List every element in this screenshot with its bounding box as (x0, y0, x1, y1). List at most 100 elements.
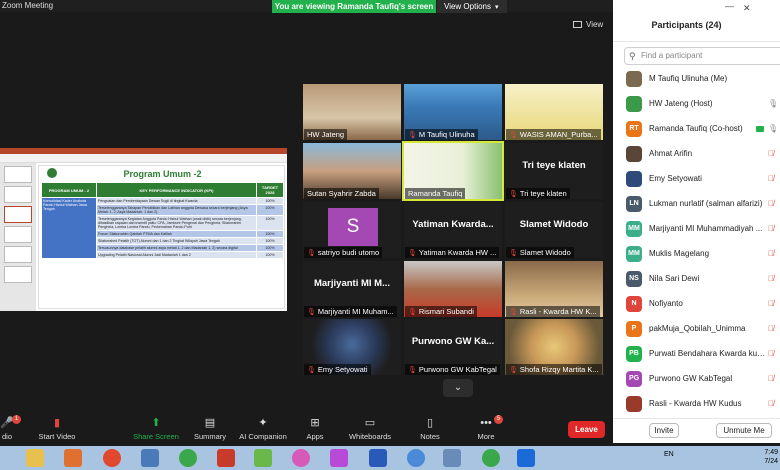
mic-muted-icon[interactable]: 🎙̸ (768, 243, 774, 265)
share-screen-button[interactable]: ⬆ Share Screen (127, 414, 185, 446)
participant-row[interactable]: PG Purwono GW KabTegal 🎙̸ (613, 368, 780, 393)
view-button[interactable]: View (573, 18, 603, 32)
mic-muted-icon[interactable]: 🎙̸ (768, 268, 774, 290)
apps-icon: ⊞ (310, 417, 320, 429)
video-tile-active-speaker[interactable]: Ramanda Taufiq (402, 141, 504, 201)
tile-big-name: Yatiman Kwarda... (412, 219, 494, 230)
more-badge: 5 (494, 415, 503, 424)
mic-on-icon[interactable]: 🎙 (768, 93, 778, 115)
window-title: Zoom Meeting (2, 1, 54, 10)
mic-muted-icon[interactable]: 🎙̸ (768, 318, 774, 340)
video-tile[interactable]: Marjiyanti MI M... 🎙 Marjiyanti MI Muham.… (303, 261, 401, 317)
view-options-button[interactable]: View Options ▾ (437, 0, 507, 13)
notes-icon: ▯ (426, 417, 434, 429)
powerpoint-ribbon (0, 154, 287, 163)
ai-companion-button[interactable]: ✦ AI Companion (234, 414, 292, 446)
color-app-icon[interactable] (292, 449, 310, 467)
language-indicator[interactable]: EN (664, 451, 674, 458)
video-tile[interactable]: Sutan Syahrir Zabda (303, 143, 401, 199)
participants-footer: Invite Unmute Me (613, 418, 780, 443)
participant-row[interactable]: PB Purwati Bendahara Kwarda kud... 🎙̸ (613, 343, 780, 368)
app-icon[interactable] (443, 449, 461, 467)
mic-muted-icon[interactable]: 🎙̸ (768, 293, 774, 315)
participant-row[interactable]: NS Nila Sari Dewi 🎙̸ (613, 268, 780, 293)
video-tile[interactable]: S 🎙 satriyo budi utomo (303, 202, 401, 258)
close-icon[interactable]: ✕ (743, 3, 751, 14)
video-tile[interactable]: 🎙 M Taufiq Ulinuha (404, 84, 502, 140)
mic-muted-icon[interactable]: 🎙̸ (768, 368, 774, 390)
shared-screen: Program Umum -2 PROGRAM UMUM - 2 KEY PER… (0, 148, 287, 311)
mic-muted-icon[interactable]: 🎙̸ (768, 343, 774, 365)
paint-icon[interactable] (330, 449, 348, 467)
chevron-down-icon[interactable]: ⌄ (443, 379, 473, 397)
chrome-icon[interactable] (179, 449, 197, 467)
mic-muted-icon[interactable]: 🎙̸ (768, 218, 774, 240)
kpi-cell: Terselenggaranya Tahapan Pendidikan dan … (96, 204, 257, 216)
meeting-toolbar: 🎤 dio 1 ▮ Start Video ⬆ Share Screen ▤ Summa… (0, 414, 613, 446)
leave-button[interactable]: Leave (568, 421, 605, 438)
mic-muted-icon[interactable]: 🎙̸ (768, 168, 774, 190)
participant-row[interactable]: M Taufiq Ulinuha (Me) (613, 68, 780, 93)
more-button[interactable]: ••• More 5 (457, 414, 515, 446)
participant-row[interactable]: MM Marjiyanti MI Muhammadiyah ... 🎙̸ (613, 218, 780, 243)
video-tile[interactable]: HW Jateng (303, 84, 401, 140)
pdf-reader-icon[interactable] (217, 449, 235, 467)
find-placeholder: Find a participant (641, 51, 703, 60)
view-options-label: View Options (444, 2, 491, 11)
word-icon[interactable] (369, 449, 387, 467)
participant-row[interactable]: HW Jateng (Host) 🎙 (613, 93, 780, 118)
participant-row[interactable]: Ahmat Arifin 🎙̸ (613, 143, 780, 168)
mic-muted-icon[interactable]: 🎙̸ (768, 143, 774, 165)
zoom-icon[interactable] (517, 449, 535, 467)
video-tile[interactable]: Tri teye klaten 🎙 Tri teye klaten (505, 143, 603, 199)
chrome-icon[interactable] (482, 449, 500, 467)
file-explorer-icon[interactable] (26, 449, 44, 467)
video-tile[interactable]: Slamet Widodo 🎙 Slamet Widodo (505, 202, 603, 258)
edge-icon[interactable] (407, 449, 425, 467)
share-screen-icon: ⬆ (151, 417, 161, 429)
whiteboards-button[interactable]: ▭ Whiteboards (341, 414, 399, 446)
mic-muted-icon[interactable]: 🎙̸ (768, 393, 774, 415)
program-cell: Konsolidasi Kader Anakota Pandu Hizbul W… (41, 197, 97, 259)
participant-row[interactable]: MM Muklis Magelang 🎙̸ (613, 243, 780, 268)
video-tile[interactable]: 🎙 WASIS AMAN_Purba... (505, 84, 603, 140)
video-tile[interactable]: Purwono GW Ka... 🎙 Purwono GW KabTegal (404, 319, 502, 375)
summary-button[interactable]: ▤ Summary (181, 414, 239, 446)
participant-row[interactable]: LN Lukman nurlatif (salman alfarizi) 🎙̸ (613, 193, 780, 218)
find-participant-input[interactable]: ⚲ Find a participant (624, 47, 780, 65)
participant-name: Rasli - Kwarda HW Kudus (649, 399, 742, 408)
participants-panel: — ✕ Participants (24) ⚲ Find a participa… (613, 0, 780, 443)
mic-muted-icon[interactable]: 🎙̸ (768, 193, 774, 215)
minimize-icon[interactable]: — (725, 1, 734, 11)
participant-row[interactable]: PpakMuja_Qobilah_Unimma 🎙̸ (613, 318, 780, 343)
firefox-icon[interactable] (103, 449, 121, 467)
tile-big-name: Purwono GW Ka... (411, 336, 495, 347)
media-player-icon[interactable] (64, 449, 82, 467)
mic-muted-icon: 🎙 (307, 250, 316, 257)
participant-row[interactable]: Emy Setyowati 🎙̸ (613, 168, 780, 193)
video-tile[interactable]: 🎙 Rismari Subandi (404, 261, 502, 317)
participant-row[interactable]: N Nofiyanto 🎙̸ (613, 293, 780, 318)
app-icon[interactable] (254, 449, 272, 467)
network-icon[interactable] (141, 449, 159, 467)
tile-name: 🎙 Marjiyanti MI Muham... (304, 306, 397, 317)
clock[interactable]: 7:49 7/24 (752, 448, 778, 466)
video-tile[interactable]: Yatiman Kwarda... 🎙 Yatiman Kwarda HW ... (404, 202, 502, 258)
notes-button[interactable]: ▯ Notes (401, 414, 459, 446)
participant-name: pakMuja_Qobilah_Unimma (649, 324, 746, 333)
mic-on-icon[interactable]: 🎙 (768, 118, 778, 140)
kpi-cell: Tersusunnya database pelatih alumni asya… (96, 244, 257, 252)
participant-row[interactable]: Rasli - Kwarda HW Kudus 🎙̸ (613, 393, 780, 418)
video-tile[interactable]: 🎙 Shofa Rizqy Martita K... (505, 319, 603, 375)
participant-name: Ahmat Arifin (649, 149, 693, 158)
start-video-button[interactable]: ▮ Start Video (28, 414, 86, 446)
invite-button[interactable]: Invite (649, 423, 679, 438)
apps-button[interactable]: ⊞ Apps (286, 414, 344, 446)
target-cell: 100% (256, 251, 284, 259)
video-tile[interactable]: 🎙 Rasli - Kwarda HW K... (505, 261, 603, 317)
video-tile[interactable]: 🎙 Emy Setyowati (303, 319, 401, 375)
mic-muted-icon: 🎙 (509, 250, 518, 257)
participant-row[interactable]: RT Ramanda Taufiq (Co-host) 🎙 (613, 118, 780, 143)
slide-thumbnail (4, 166, 32, 183)
unmute-me-button[interactable]: Unmute Me (716, 423, 772, 438)
